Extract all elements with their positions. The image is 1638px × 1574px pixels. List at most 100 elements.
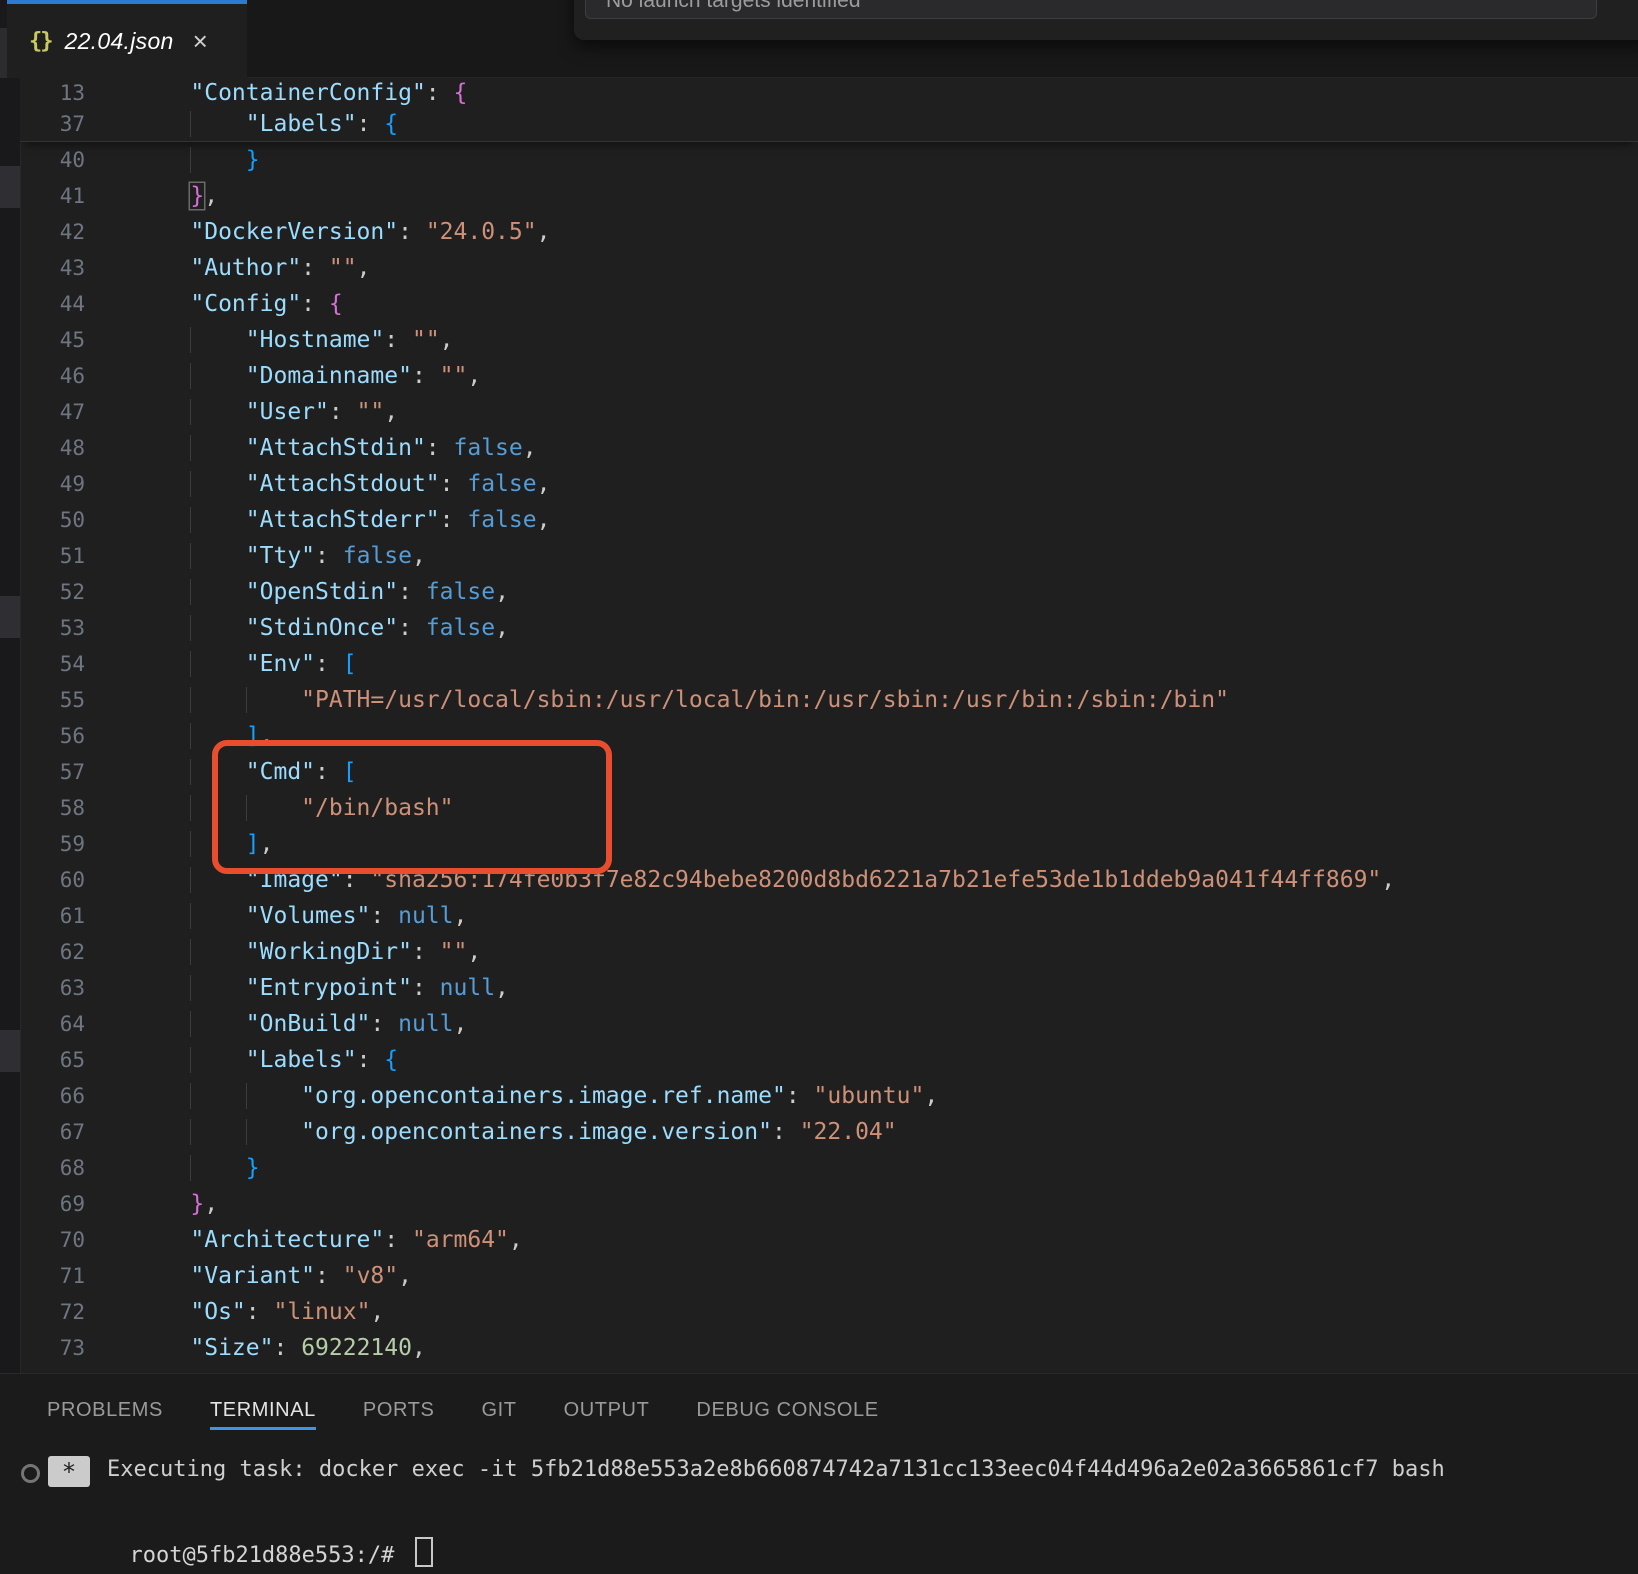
panel-tab-problems[interactable]: PROBLEMS <box>47 1399 163 1430</box>
line-number[interactable]: 64 <box>20 1006 135 1042</box>
code-text: "Author": "", <box>135 255 370 281</box>
code-line[interactable]: 67 "org.opencontainers.image.version": "… <box>20 1114 1638 1150</box>
code-text: "Size": 69222140, <box>135 1335 426 1361</box>
panel-tab-debug-console[interactable]: DEBUG CONSOLE <box>696 1399 878 1430</box>
code-line[interactable]: 62 "WorkingDir": "", <box>20 934 1638 970</box>
tab-22-04-json[interactable]: {} 22.04.json × <box>7 0 247 78</box>
line-number[interactable]: 48 <box>20 430 135 466</box>
line-number[interactable]: 53 <box>20 610 135 646</box>
code-text: ], <box>135 723 274 749</box>
code-line[interactable]: 64 "OnBuild": null, <box>20 1006 1638 1042</box>
panel-tab-terminal[interactable]: TERMINAL <box>210 1399 316 1430</box>
line-number[interactable]: 45 <box>20 322 135 358</box>
code-line[interactable]: 48 "AttachStdin": false, <box>20 430 1638 466</box>
command-decoration-circle-icon[interactable] <box>21 1464 40 1483</box>
code-line[interactable]: 13 "ContainerConfig": { <box>20 78 1638 109</box>
code-line[interactable]: 56 ], <box>20 718 1638 754</box>
line-number[interactable]: 59 <box>20 826 135 862</box>
line-number[interactable]: 58 <box>20 790 135 826</box>
code-line[interactable]: 45 "Hostname": "", <box>20 322 1638 358</box>
line-number[interactable]: 60 <box>20 862 135 898</box>
close-tab-icon[interactable]: × <box>193 28 208 54</box>
code-text: "Domainname": "", <box>135 363 481 389</box>
code-line[interactable]: 65 "Labels": { <box>20 1042 1638 1078</box>
code-lines[interactable]: 40 }41 },42 "DockerVersion": "24.0.5",43… <box>20 142 1638 1373</box>
line-number[interactable]: 55 <box>20 682 135 718</box>
line-number[interactable]: 41 <box>20 178 135 214</box>
code-line[interactable]: 52 "OpenStdin": false, <box>20 574 1638 610</box>
code-line[interactable]: 59 ], <box>20 826 1638 862</box>
sticky-scroll[interactable]: 13 "ContainerConfig": {37 "Labels": { <box>20 78 1638 142</box>
code-line[interactable]: 53 "StdinOnce": false, <box>20 610 1638 646</box>
line-number[interactable]: 68 <box>20 1150 135 1186</box>
quick-pick-message[interactable]: No launch targets identified <box>585 0 1597 19</box>
code-line[interactable]: 69 }, <box>20 1186 1638 1222</box>
line-number[interactable]: 40 <box>20 142 135 178</box>
code-line[interactable]: 68 } <box>20 1150 1638 1186</box>
line-number[interactable]: 43 <box>20 250 135 286</box>
code-line[interactable]: 71 "Variant": "v8", <box>20 1258 1638 1294</box>
terminal-cursor <box>415 1537 433 1567</box>
code-line[interactable]: 66 "org.opencontainers.image.ref.name": … <box>20 1078 1638 1114</box>
code-text: "Tty": false, <box>135 543 426 569</box>
code-line[interactable]: 47 "User": "", <box>20 394 1638 430</box>
code-line[interactable]: 58 "/bin/bash" <box>20 790 1638 826</box>
line-number[interactable]: 69 <box>20 1186 135 1222</box>
code-text: "WorkingDir": "", <box>135 939 481 965</box>
line-number[interactable]: 74 <box>20 1366 135 1373</box>
code-text: } <box>135 1155 260 1181</box>
code-line[interactable]: 61 "Volumes": null, <box>20 898 1638 934</box>
line-number[interactable]: 61 <box>20 898 135 934</box>
code-line[interactable]: 46 "Domainname": "", <box>20 358 1638 394</box>
line-number[interactable]: 66 <box>20 1078 135 1114</box>
line-number[interactable]: 42 <box>20 214 135 250</box>
code-line[interactable]: 74 "VirtualSize": 69222140, <box>20 1366 1638 1373</box>
code-line[interactable]: 60 "Image": "sha256:174fe0b3f7e82c94bebe… <box>20 862 1638 898</box>
line-number[interactable]: 62 <box>20 934 135 970</box>
code-line[interactable]: 41 }, <box>20 178 1638 214</box>
panel-tab-git[interactable]: GIT <box>481 1399 516 1430</box>
line-number[interactable]: 57 <box>20 754 135 790</box>
line-number[interactable]: 13 <box>20 78 135 109</box>
line-number[interactable]: 70 <box>20 1222 135 1258</box>
line-number[interactable]: 63 <box>20 970 135 1006</box>
editor-pane[interactable]: 13 "ContainerConfig": {37 "Labels": { 40… <box>20 78 1638 1373</box>
line-number[interactable]: 56 <box>20 718 135 754</box>
line-number[interactable]: 50 <box>20 502 135 538</box>
code-line[interactable]: 57 "Cmd": [ <box>20 754 1638 790</box>
line-number[interactable]: 52 <box>20 574 135 610</box>
line-number[interactable]: 51 <box>20 538 135 574</box>
line-number[interactable]: 49 <box>20 466 135 502</box>
code-line[interactable]: 72 "Os": "linux", <box>20 1294 1638 1330</box>
code-line[interactable]: 42 "DockerVersion": "24.0.5", <box>20 214 1638 250</box>
line-number[interactable]: 54 <box>20 646 135 682</box>
code-line[interactable]: 54 "Env": [ <box>20 646 1638 682</box>
code-line[interactable]: 55 "PATH=/usr/local/sbin:/usr/local/bin:… <box>20 682 1638 718</box>
code-line[interactable]: 44 "Config": { <box>20 286 1638 322</box>
line-number[interactable]: 67 <box>20 1114 135 1150</box>
line-number[interactable]: 47 <box>20 394 135 430</box>
code-text: "AttachStdout": false, <box>135 471 550 497</box>
line-number[interactable]: 73 <box>20 1330 135 1366</box>
line-number[interactable]: 37 <box>20 109 135 140</box>
code-line[interactable]: 51 "Tty": false, <box>20 538 1638 574</box>
code-line[interactable]: 43 "Author": "", <box>20 250 1638 286</box>
panel-tab-ports[interactable]: PORTS <box>363 1399 435 1430</box>
code-line[interactable]: 63 "Entrypoint": null, <box>20 970 1638 1006</box>
line-number[interactable]: 46 <box>20 358 135 394</box>
code-line[interactable]: 70 "Architecture": "arm64", <box>20 1222 1638 1258</box>
code-line[interactable]: 37 "Labels": { <box>20 109 1638 140</box>
code-line[interactable]: 49 "AttachStdout": false, <box>20 466 1638 502</box>
code-text: "Os": "linux", <box>135 1299 384 1325</box>
code-line[interactable]: 73 "Size": 69222140, <box>20 1330 1638 1366</box>
code-line[interactable]: 40 } <box>20 142 1638 178</box>
line-number[interactable]: 72 <box>20 1294 135 1330</box>
line-number[interactable]: 44 <box>20 286 135 322</box>
terminal-exec-row[interactable]: * Executing task: docker exec -it 5fb21d… <box>0 1454 1638 1492</box>
code-text: "DockerVersion": "24.0.5", <box>135 219 550 245</box>
panel-tab-output[interactable]: OUTPUT <box>564 1399 650 1430</box>
terminal-prompt-row[interactable]: root@5fb21d88e553:/# <box>50 1512 433 1574</box>
line-number[interactable]: 65 <box>20 1042 135 1078</box>
code-line[interactable]: 50 "AttachStderr": false, <box>20 502 1638 538</box>
line-number[interactable]: 71 <box>20 1258 135 1294</box>
